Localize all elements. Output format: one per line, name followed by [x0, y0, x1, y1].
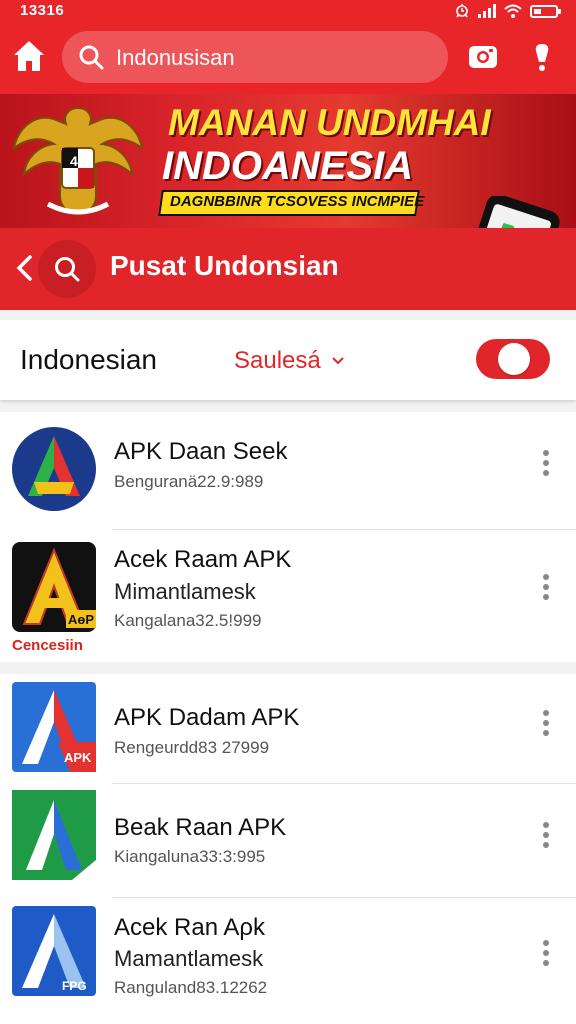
- home-icon[interactable]: [12, 38, 46, 74]
- camera-icon[interactable]: [466, 39, 500, 73]
- more-vert-icon[interactable]: [536, 938, 556, 968]
- blue-a-fpg-icon: FPG: [12, 906, 96, 996]
- more-vert-icon[interactable]: [536, 448, 556, 478]
- filter-toggle[interactable]: [476, 339, 550, 379]
- search-icon: [79, 45, 104, 70]
- list-item[interactable]: Beak Raan APK Kiangaluna33:3:995: [0, 784, 576, 898]
- search-icon: [55, 257, 80, 282]
- phones-illustration-icon: [456, 196, 560, 228]
- status-icons: [454, 3, 561, 19]
- selection-dropdown[interactable]: Saulesá: [234, 347, 321, 375]
- list-item[interactable]: AɵP Cencesiin Acek Raam APK Mimantlamesk…: [0, 530, 576, 662]
- blue-green-circle-a-icon: [12, 427, 96, 511]
- app-name: APK Daan Seek: [114, 438, 288, 465]
- alarm-icon: [456, 4, 468, 18]
- app-name: Acek Raam APK: [114, 546, 292, 573]
- yellow-a-black-icon: AɵP: [12, 542, 96, 632]
- app-meta: Ranguland83.12262: [114, 978, 268, 997]
- app-name: Acek Ran Aρk: [114, 914, 266, 941]
- language-label: Indonesian: [20, 344, 158, 375]
- sub-header-title: Pusat Undonsian: [110, 250, 339, 281]
- banner-title-line1: MANAN UNDMHAI: [168, 102, 491, 143]
- emblem-number: 45: [70, 153, 86, 169]
- promo-banner[interactable]: 45 MANAN UNDMHAI INDOANESIA DAGNBBINR TC…: [0, 94, 576, 228]
- wifi-icon: [504, 4, 522, 18]
- more-vert-icon[interactable]: [536, 820, 556, 850]
- list-item[interactable]: APK APK Dadam APK Rengeurdd83 27999: [0, 674, 576, 784]
- banner-title-line2: INDOANESIA: [162, 144, 414, 188]
- status-bar: 13316: [0, 0, 576, 22]
- search-text: Indonusisan: [116, 45, 235, 70]
- green-blue-a-icon: [12, 790, 96, 880]
- app-meta: Benguranä22.9:989: [114, 472, 264, 491]
- sub-search-button[interactable]: [38, 240, 96, 298]
- app-developer: Mimantlamesk: [114, 579, 256, 604]
- icon-badge: APK: [64, 750, 92, 765]
- more-vert-icon[interactable]: [536, 572, 556, 602]
- search-input[interactable]: Indonusisan: [62, 31, 448, 83]
- status-time: 13316: [20, 2, 65, 19]
- toggle-knob: [498, 343, 530, 375]
- battery-icon: [530, 4, 561, 18]
- icon-badge: AɵP: [68, 612, 94, 627]
- app-meta: Kangalana32.5!999: [114, 611, 262, 630]
- back-arrow-icon[interactable]: [14, 254, 34, 282]
- garuda-emblem-icon: 45: [12, 106, 144, 216]
- app-name: APK Dadam APK: [114, 704, 300, 731]
- signal-icon: [478, 4, 496, 18]
- app-developer: Mamantlamesk: [114, 946, 264, 971]
- app-caption: Cencesiin: [12, 637, 83, 654]
- app-list-1: APK Daan Seek Benguranä22.9:989 AɵP Cenc…: [0, 412, 576, 662]
- app-meta: Rengeurdd83 27999: [114, 738, 270, 757]
- more-vert-icon[interactable]: [536, 708, 556, 738]
- icon-badge: FPG: [62, 979, 87, 993]
- banner-tagline: DAGNBBINR TCSOVESS INCMPIEE: [170, 193, 425, 210]
- app-list-2: APK APK Dadam APK Rengeurdd83 27999 Beak…: [0, 674, 576, 1024]
- alert-icon[interactable]: [530, 40, 554, 74]
- list-item[interactable]: APK Daan Seek Benguranä22.9:989: [0, 412, 576, 530]
- top-bar: Indonusisan: [0, 22, 576, 94]
- sub-header: Pusat Undonsian: [0, 228, 576, 310]
- chevron-down-icon[interactable]: [331, 354, 345, 368]
- app-meta: Kiangaluna33:3:995: [114, 847, 266, 866]
- list-item[interactable]: FPG Acek Ran Aρk Mamantlamesk Ranguland8…: [0, 898, 576, 1024]
- red-blue-a-apk-icon: APK: [12, 682, 96, 772]
- app-name: Beak Raan APK: [114, 814, 287, 841]
- filter-row: Indonesian Saulesá: [0, 320, 576, 400]
